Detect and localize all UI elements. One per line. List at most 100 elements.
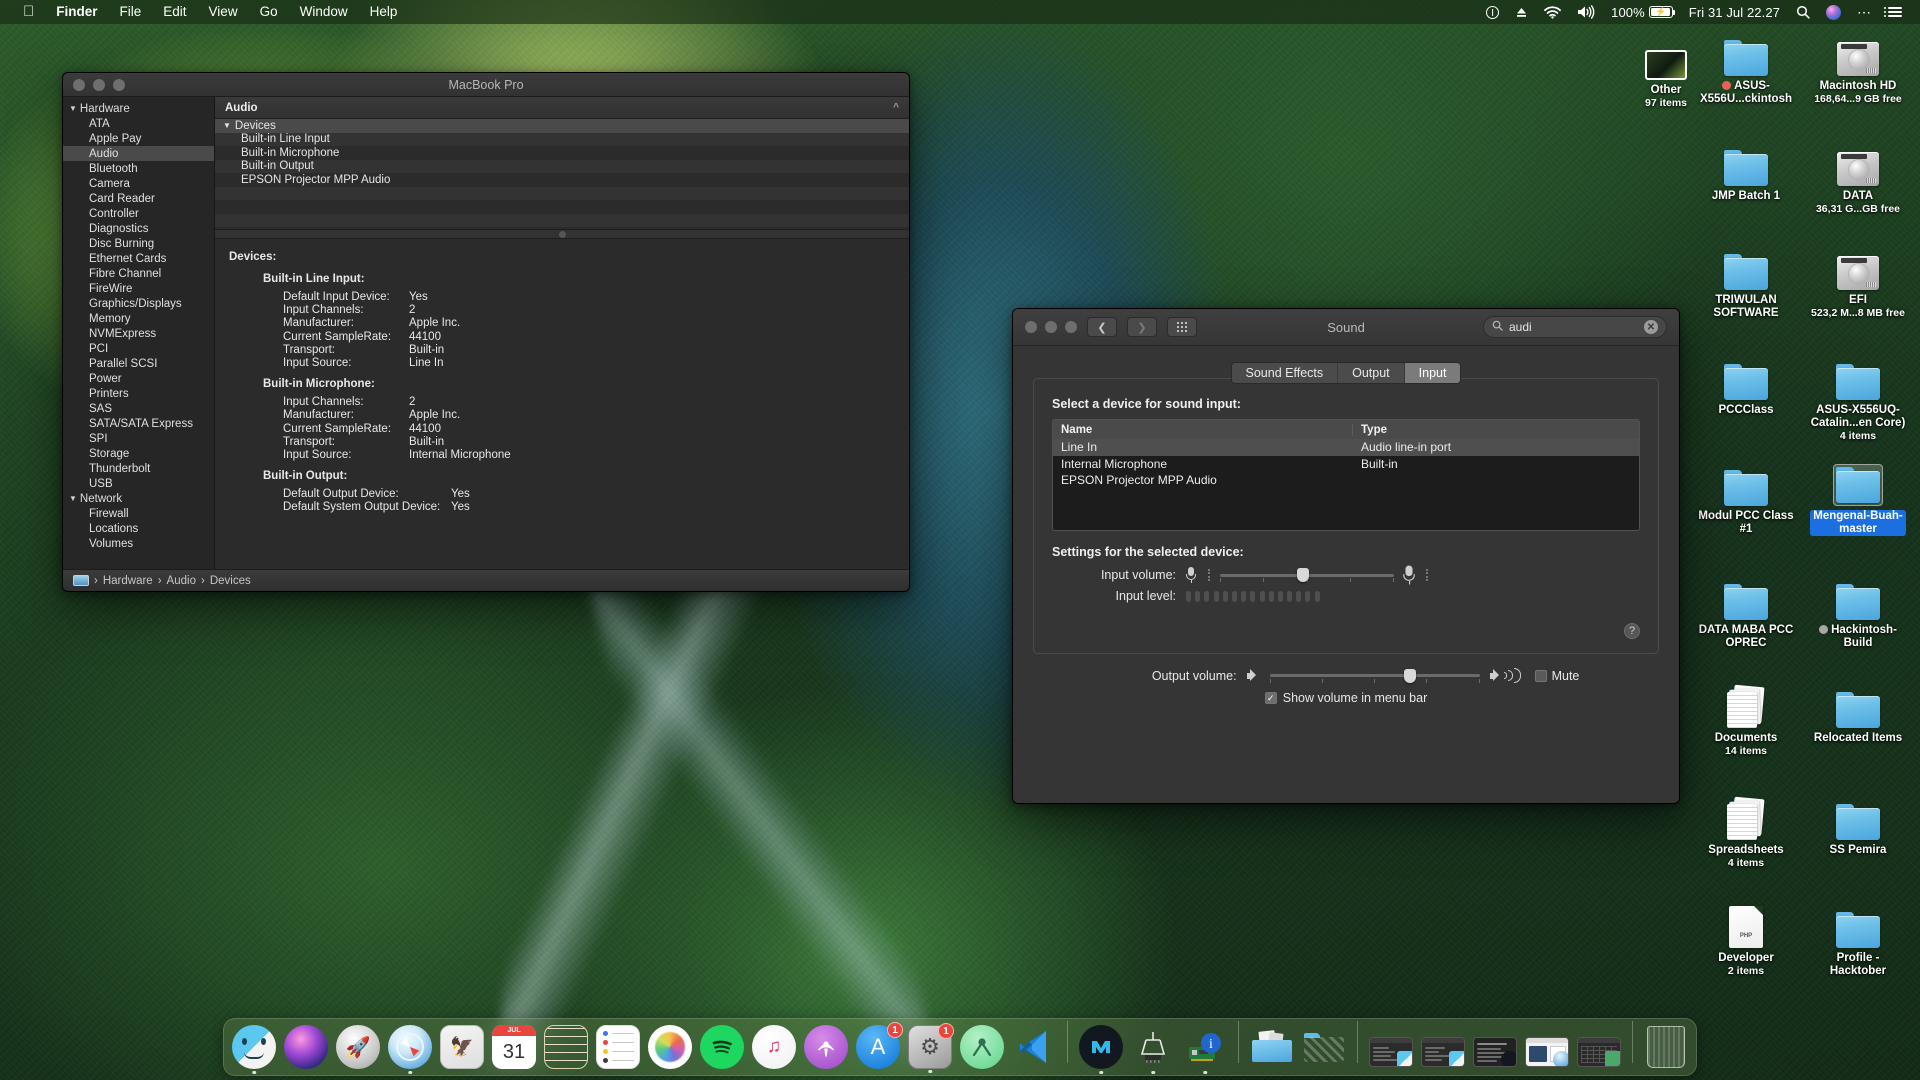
device-tree-item[interactable]: EPSON Projector MPP Audio (215, 173, 909, 187)
tab-output[interactable]: Output (1338, 363, 1405, 383)
sidebar-group-network[interactable]: ▼Network (63, 491, 214, 506)
column-header-name[interactable]: Name (1053, 424, 1353, 436)
volume-icon[interactable] (1569, 0, 1603, 24)
sidebar-item-parallel-scsi[interactable]: Parallel SCSI (63, 356, 214, 371)
sidebar-item-camera[interactable]: Camera (63, 176, 214, 191)
sidebar-item-apple-pay[interactable]: Apple Pay (63, 131, 214, 146)
sound-titlebar[interactable]: ❮ ❯ Sound ✕ (1013, 309, 1679, 346)
menu-item-file[interactable]: File (109, 0, 153, 24)
tab-sound-effects[interactable]: Sound Effects (1232, 363, 1339, 383)
system-information-titlebar[interactable]: MacBook Pro (63, 73, 909, 97)
output-volume-slider[interactable] (1270, 669, 1480, 683)
sidebar-item-thunderbolt[interactable]: Thunderbolt (63, 461, 214, 476)
battery-charging-icon[interactable]: ⚡ (1649, 0, 1681, 24)
search-input[interactable] (1509, 320, 1629, 334)
apple-logo-icon[interactable]:  (12, 1, 45, 23)
desktop-icon-developer[interactable]: PHP Developer 2 items (1698, 900, 1794, 978)
desktop-icon-pccclass[interactable]: PCCClass (1698, 352, 1794, 417)
minimized-window-finder-2[interactable] (1421, 1037, 1465, 1067)
display-icon[interactable] (1478, 0, 1507, 24)
checkbox-box[interactable] (1535, 670, 1547, 682)
dock-item-music[interactable]: ♫ (752, 1025, 796, 1069)
sidebar-item-graphics-displays[interactable]: Graphics/Displays (63, 296, 214, 311)
sidebar-item-usb[interactable]: USB (63, 476, 214, 491)
dock-item-clover-configurator[interactable] (1079, 1025, 1123, 1069)
minimized-window-finder-1[interactable] (1369, 1037, 1413, 1067)
desktop-icon-documents[interactable]: Documents 14 items (1698, 680, 1794, 758)
desktop-icon-triwulan-software[interactable]: TRIWULAN SOFTWARE (1698, 242, 1794, 320)
breadcrumb-item-hardware[interactable]: Hardware (103, 575, 153, 587)
dock-item-folder-stack[interactable] (1302, 1025, 1346, 1069)
siri-icon[interactable] (1818, 0, 1849, 24)
minimized-window-text[interactable] (1473, 1037, 1517, 1067)
dock-item-spotify[interactable] (700, 1025, 744, 1069)
dock-item-vscode[interactable] (1012, 1025, 1056, 1069)
sidebar-item-memory[interactable]: Memory (63, 311, 214, 326)
desktop-icon-relocated-items[interactable]: Relocated Items (1810, 680, 1906, 745)
desktop-icon-macintosh-hd[interactable]: Macintosh HD 168,64...9 GB free (1810, 28, 1906, 106)
search-icon[interactable] (1788, 0, 1818, 24)
desktop-icon-spreadsheets[interactable]: Spreadsheets 4 items (1698, 792, 1794, 870)
dock-item-mail[interactable]: 🦅 (440, 1025, 484, 1069)
menu-item-view[interactable]: View (198, 0, 249, 24)
desktop-icon-asus-x556uq-catalina[interactable]: ASUS-X556UQ-Catalin...en Core) 4 items (1810, 352, 1906, 443)
breadcrumb-item-audio[interactable]: Audio (167, 575, 196, 587)
dock-item-android-studio[interactable] (960, 1025, 1004, 1069)
clear-icon[interactable]: ✕ (1644, 320, 1658, 334)
dock-item-downloads-stack[interactable] (1250, 1025, 1294, 1069)
device-tree-list[interactable]: ▼ Devices Built-in Line Input Built-in M… (215, 119, 909, 229)
slider-knob[interactable] (1297, 568, 1309, 582)
sidebar-item-card-reader[interactable]: Card Reader (63, 191, 214, 206)
minimized-window-table[interactable] (1577, 1037, 1621, 1067)
dock-item-launchpad[interactable]: 🚀 (336, 1025, 380, 1069)
desktop-icon-hackintosh-build[interactable]: Hackintosh-Build (1810, 572, 1906, 650)
sidebar-item-bluetooth[interactable]: Bluetooth (63, 161, 214, 176)
desktop-icon-data[interactable]: DATA 36,31 G...GB free (1810, 138, 1906, 216)
clock-label[interactable]: Fri 31 Jul 22.27 (1681, 0, 1788, 24)
disclosure-triangle-icon[interactable]: ▼ (223, 121, 231, 130)
sidebar-item-spi[interactable]: SPI (63, 431, 214, 446)
dock-item-safari[interactable] (388, 1025, 432, 1069)
ellipsis-icon[interactable]: ⋯ (1849, 0, 1880, 24)
desktop-icon-mengenal-buah-master[interactable]: Mengenal-Buah-master (1810, 458, 1906, 536)
device-tree-root[interactable]: ▼ Devices (215, 119, 909, 133)
sound-preferences-window[interactable]: ❮ ❯ Sound ✕ Sound Effects Output Input S… (1012, 308, 1680, 804)
sidebar-item-firewire[interactable]: FireWire (63, 281, 214, 296)
sidebar-item-firewall[interactable]: Firewall (63, 506, 214, 521)
desktop-icon-modul-pcc-class-1[interactable]: Modul PCC Class #1 (1698, 458, 1794, 536)
column-header-type[interactable]: Type (1353, 424, 1639, 436)
sidebar-item-pci[interactable]: PCI (63, 341, 214, 356)
sidebar-item-power[interactable]: Power (63, 371, 214, 386)
dock-item-podcasts[interactable] (804, 1025, 848, 1069)
sound-tab-bar[interactable]: Sound Effects Output Input (1033, 362, 1659, 384)
desktop-icon-jmp-batch-1[interactable]: JMP Batch 1 (1698, 138, 1794, 203)
dock-item-kext-utility[interactable]: i (1183, 1025, 1227, 1069)
sidebar-group-hardware[interactable]: ▼Hardware (63, 101, 214, 116)
dock-item-siri[interactable] (284, 1025, 328, 1069)
dock-item-hackintool[interactable] (1131, 1025, 1175, 1069)
sidebar-item-sata[interactable]: SATA/SATA Express (63, 416, 214, 431)
menu-item-help[interactable]: Help (359, 0, 409, 24)
dock[interactable]: 🚀 🦅 JUL 31 ♫ (223, 1018, 1697, 1076)
sidebar-item-volumes[interactable]: Volumes (63, 536, 214, 551)
device-tree-item[interactable]: Built-in Output (215, 160, 909, 174)
checkbox-box[interactable]: ✓ (1265, 692, 1277, 704)
input-device-table[interactable]: Name Type Line In Audio line-in port Int… (1052, 419, 1640, 531)
dock-item-finder[interactable] (232, 1025, 276, 1069)
wifi-icon[interactable] (1536, 0, 1569, 24)
mute-checkbox[interactable]: Mute (1535, 669, 1580, 683)
split-resize-handle[interactable] (215, 229, 909, 239)
device-tree-item[interactable]: Built-in Line Input (215, 133, 909, 147)
show-volume-checkbox[interactable]: ✓ Show volume in menu bar (1033, 691, 1659, 705)
tab-input[interactable]: Input (1405, 363, 1461, 383)
system-information-sidebar[interactable]: ▼Hardware ATA Apple Pay Audio Bluetooth … (63, 97, 215, 569)
sidebar-item-disc-burning[interactable]: Disc Burning (63, 236, 214, 251)
help-icon[interactable]: ? (1624, 623, 1640, 639)
sidebar-item-diagnostics[interactable]: Diagnostics (63, 221, 214, 236)
sidebar-item-fibre-channel[interactable]: Fibre Channel (63, 266, 214, 281)
disclosure-triangle-icon[interactable]: ▼ (69, 494, 77, 503)
sidebar-item-ata[interactable]: ATA (63, 116, 214, 131)
sidebar-item-ethernet-cards[interactable]: Ethernet Cards (63, 251, 214, 266)
dock-item-photos[interactable] (648, 1025, 692, 1069)
sidebar-item-controller[interactable]: Controller (63, 206, 214, 221)
